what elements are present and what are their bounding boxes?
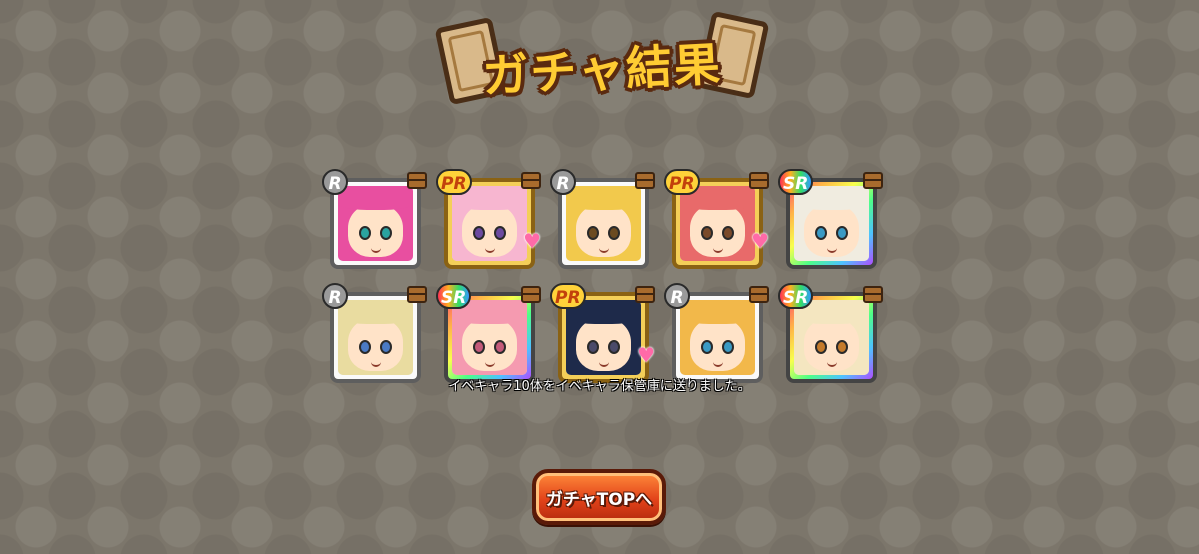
treasure-chest-icon — [863, 172, 883, 189]
character-card[interactable]: SR — [436, 283, 541, 383]
treasure-chest-icon — [749, 172, 769, 189]
character-card[interactable]: R — [322, 283, 427, 383]
treasure-chest-icon — [521, 172, 541, 189]
character-card[interactable]: SR — [778, 169, 883, 269]
character-portrait — [566, 186, 641, 261]
character-portrait — [794, 300, 869, 375]
character-portrait — [338, 186, 413, 261]
character-portrait — [452, 300, 527, 375]
eye-icon — [608, 226, 620, 240]
treasure-chest-icon — [407, 172, 427, 189]
eye-icon — [701, 226, 713, 240]
gacha-top-button[interactable]: ガチャTOPへ — [532, 469, 666, 525]
heart-icon: ♥ — [637, 343, 655, 367]
treasure-chest-icon — [635, 286, 655, 303]
gacha-result-title: ガチャ結果 — [432, 10, 772, 107]
character-card[interactable]: PR ♥ — [664, 169, 769, 269]
character-card[interactable]: SR — [778, 283, 883, 383]
eye-icon — [587, 226, 599, 240]
character-card[interactable]: R — [322, 169, 427, 269]
rarity-badge: R — [322, 283, 348, 309]
result-card-grid: R PR ♥ R PR ♥ SR R SR PR ♥ R SR — [322, 169, 883, 383]
heart-icon: ♥ — [751, 229, 769, 253]
eye-icon — [722, 226, 734, 240]
treasure-chest-icon — [521, 286, 541, 303]
eye-icon — [359, 226, 371, 240]
character-portrait — [338, 300, 413, 375]
eye-icon — [494, 340, 506, 354]
eye-icon — [380, 340, 392, 354]
rarity-badge: R — [322, 169, 348, 195]
rarity-badge: PR — [436, 169, 472, 195]
rarity-badge: PR — [550, 283, 586, 309]
treasure-chest-icon — [635, 172, 655, 189]
rarity-badge: PR — [664, 169, 700, 195]
rarity-badge: SR — [436, 283, 472, 309]
character-card[interactable]: R — [550, 169, 655, 269]
sent-to-storage-notice: イベキャラ10体をイベキャラ保管庫に送りました。 — [448, 379, 751, 394]
eye-icon — [836, 226, 848, 240]
character-portrait — [680, 186, 755, 261]
rarity-badge: SR — [778, 169, 814, 195]
eye-icon — [722, 340, 734, 354]
treasure-chest-icon — [407, 286, 427, 303]
eye-icon — [608, 340, 620, 354]
character-card[interactable]: PR ♥ — [550, 283, 655, 383]
treasure-chest-icon — [863, 286, 883, 303]
eye-icon — [473, 340, 485, 354]
eye-icon — [494, 226, 506, 240]
rarity-badge: R — [550, 169, 576, 195]
rarity-badge: R — [664, 283, 690, 309]
eye-icon — [380, 226, 392, 240]
eye-icon — [815, 340, 827, 354]
eye-icon — [701, 340, 713, 354]
character-card[interactable]: PR ♥ — [436, 169, 541, 269]
eye-icon — [815, 226, 827, 240]
treasure-chest-icon — [749, 286, 769, 303]
character-card[interactable]: R — [664, 283, 769, 383]
heart-icon: ♥ — [523, 229, 541, 253]
character-portrait — [794, 186, 869, 261]
rarity-badge: SR — [778, 283, 814, 309]
character-portrait — [452, 186, 527, 261]
character-portrait — [566, 300, 641, 375]
eye-icon — [359, 340, 371, 354]
eye-icon — [587, 340, 599, 354]
character-portrait — [680, 300, 755, 375]
eye-icon — [473, 226, 485, 240]
page-title: ガチャ結果 — [470, 27, 733, 107]
eye-icon — [836, 340, 848, 354]
gacha-top-button-label: ガチャTOPへ — [545, 489, 653, 510]
